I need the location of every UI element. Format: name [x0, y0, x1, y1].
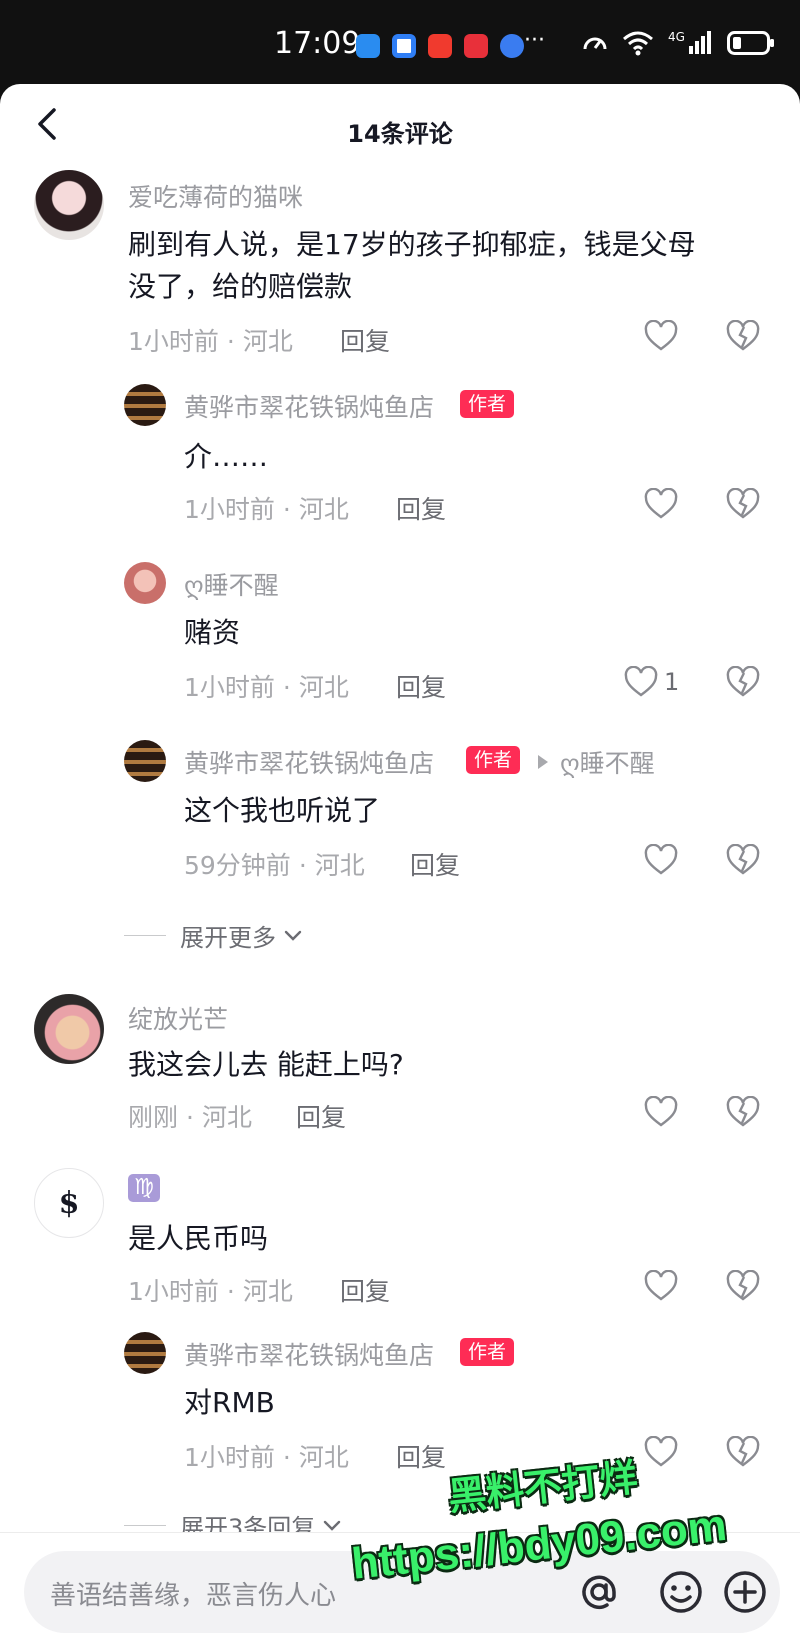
- reply-username[interactable]: 黄骅市翠花铁锅炖鱼店: [184, 1336, 434, 1372]
- message-app-icon: [356, 34, 380, 58]
- reply-location: 河北: [314, 851, 365, 880]
- reply-to-username[interactable]: ღ睡不醒: [560, 744, 655, 780]
- avatar[interactable]: [124, 562, 166, 604]
- reply-meta: 1小时前 · 河北: [184, 1443, 349, 1472]
- reply-button[interactable]: 回复: [340, 322, 390, 358]
- avatar[interactable]: [124, 740, 166, 782]
- shop-app-icon: [428, 34, 452, 58]
- heart-icon[interactable]: [644, 320, 678, 354]
- comment-username[interactable]: 爱吃薄荷的猫咪: [128, 178, 303, 214]
- reply-time: 1小时前: [184, 495, 275, 524]
- reply-meta: 1小时前 · 河北: [184, 495, 349, 524]
- reply-username[interactable]: 黄骅市翠花铁锅炖鱼店: [184, 388, 434, 424]
- signal-icon: [688, 31, 711, 54]
- mention-icon[interactable]: [574, 1567, 624, 1617]
- reply-button[interactable]: 回复: [396, 1438, 446, 1474]
- comment-meta: 1小时前 · 河北: [128, 327, 293, 356]
- heart-icon[interactable]: [644, 1096, 678, 1130]
- broken-heart-icon[interactable]: [726, 1096, 760, 1130]
- emoji-icon[interactable]: [656, 1567, 706, 1617]
- comment-text: 刷到有人说，是17岁的孩子抑郁症，钱是父母: [128, 228, 696, 261]
- broken-heart-icon[interactable]: [726, 844, 760, 878]
- shield-app-icon: [392, 34, 416, 58]
- comment-meta: 刚刚 · 河北: [128, 1103, 252, 1132]
- heart-icon[interactable]: [624, 666, 658, 700]
- heart-icon[interactable]: [644, 1436, 678, 1470]
- avatar-logo-icon: $: [58, 1185, 80, 1221]
- reply-time: 1小时前: [184, 673, 275, 702]
- reply-button[interactable]: 回复: [296, 1098, 346, 1134]
- more-notifications-icon: ···: [524, 28, 545, 53]
- reply-location: 河北: [298, 1443, 349, 1472]
- avatar[interactable]: [34, 170, 104, 240]
- status-time: 17:09: [274, 26, 361, 61]
- comment-location: 河北: [242, 327, 293, 356]
- heart-icon[interactable]: [644, 844, 678, 878]
- comment-text: 是人民币吗: [128, 1222, 269, 1255]
- comments-sheet: 14条评论: [0, 84, 800, 1648]
- reply-username[interactable]: 黄骅市翠花铁锅炖鱼店: [184, 744, 434, 780]
- comment-location: 河北: [242, 1277, 293, 1306]
- comment-username[interactable]: 绽放光芒: [128, 1000, 228, 1036]
- reply-button[interactable]: 回复: [396, 668, 446, 704]
- comment-text: 我这会儿去 能赶上吗?: [128, 1048, 404, 1081]
- divider: [124, 935, 166, 936]
- like-count: 1: [664, 668, 680, 696]
- reply-location: 河北: [298, 495, 349, 524]
- add-icon[interactable]: [720, 1567, 770, 1617]
- reply-button[interactable]: 回复: [396, 490, 446, 526]
- broken-heart-icon[interactable]: [726, 1436, 760, 1470]
- reply-location: 河北: [298, 673, 349, 702]
- expand-replies-label: 展开更多: [180, 924, 276, 952]
- reply-text: 介……: [184, 440, 269, 473]
- comments-header: 14条评论: [0, 84, 800, 174]
- avatar[interactable]: [124, 1332, 166, 1374]
- comment-username[interactable]: ♍: [128, 1174, 160, 1202]
- author-badge: 作者: [460, 1338, 515, 1366]
- redbook-app-icon: [464, 34, 488, 58]
- broken-heart-icon[interactable]: [726, 1270, 760, 1304]
- avatar[interactable]: [34, 994, 104, 1064]
- heart-icon[interactable]: [644, 488, 678, 522]
- broken-heart-icon[interactable]: [726, 666, 760, 700]
- network-type-label: 4G: [668, 30, 685, 44]
- author-badge: 作者: [460, 390, 515, 418]
- comments-count-title: 14条评论: [347, 120, 453, 148]
- avatar[interactable]: [124, 384, 166, 426]
- author-badge: 作者: [466, 746, 521, 774]
- speed-gauge-icon: [583, 37, 607, 50]
- reply-text: 对RMB: [184, 1386, 275, 1419]
- comment-meta: 1小时前 · 河北: [128, 1277, 293, 1306]
- chevron-down-icon: [284, 930, 302, 941]
- heart-icon[interactable]: [644, 1270, 678, 1304]
- reply-time: 59分钟前: [184, 851, 291, 880]
- comment-time: 刚刚: [128, 1103, 179, 1132]
- broken-heart-icon[interactable]: [726, 320, 760, 354]
- status-bar: 17:09 ··· 4G: [0, 0, 800, 92]
- reply-button[interactable]: 回复: [410, 846, 460, 882]
- comment-text: 没了，给的赔偿款: [128, 270, 353, 303]
- reply-username[interactable]: ღ睡不醒: [184, 566, 279, 602]
- reply-meta: 59分钟前 · 河北: [184, 851, 365, 880]
- reply-time: 1小时前: [184, 1443, 275, 1472]
- comment-time: 1小时前: [128, 1277, 219, 1306]
- browser-app-icon: [500, 34, 524, 58]
- reply-text: 赌资: [184, 616, 241, 649]
- status-indicators: 4G: [582, 30, 775, 56]
- reply-button[interactable]: 回复: [340, 1272, 390, 1308]
- wifi-icon: [623, 31, 653, 56]
- comment-location: 河北: [201, 1103, 252, 1132]
- comment-input-placeholder: 善语结善缘，恶言伤人心: [50, 1581, 337, 1611]
- avatar[interactable]: $: [34, 1168, 104, 1238]
- status-app-icons: [356, 34, 524, 58]
- divider: [124, 1525, 166, 1526]
- reply-text: 这个我也听说了: [184, 794, 381, 827]
- battery-icon: [726, 31, 774, 55]
- reply-arrow-icon: [538, 755, 548, 769]
- comment-time: 1小时前: [128, 327, 219, 356]
- expand-replies-button[interactable]: 展开更多: [124, 918, 304, 953]
- reply-meta: 1小时前 · 河北: [184, 673, 349, 702]
- broken-heart-icon[interactable]: [726, 488, 760, 522]
